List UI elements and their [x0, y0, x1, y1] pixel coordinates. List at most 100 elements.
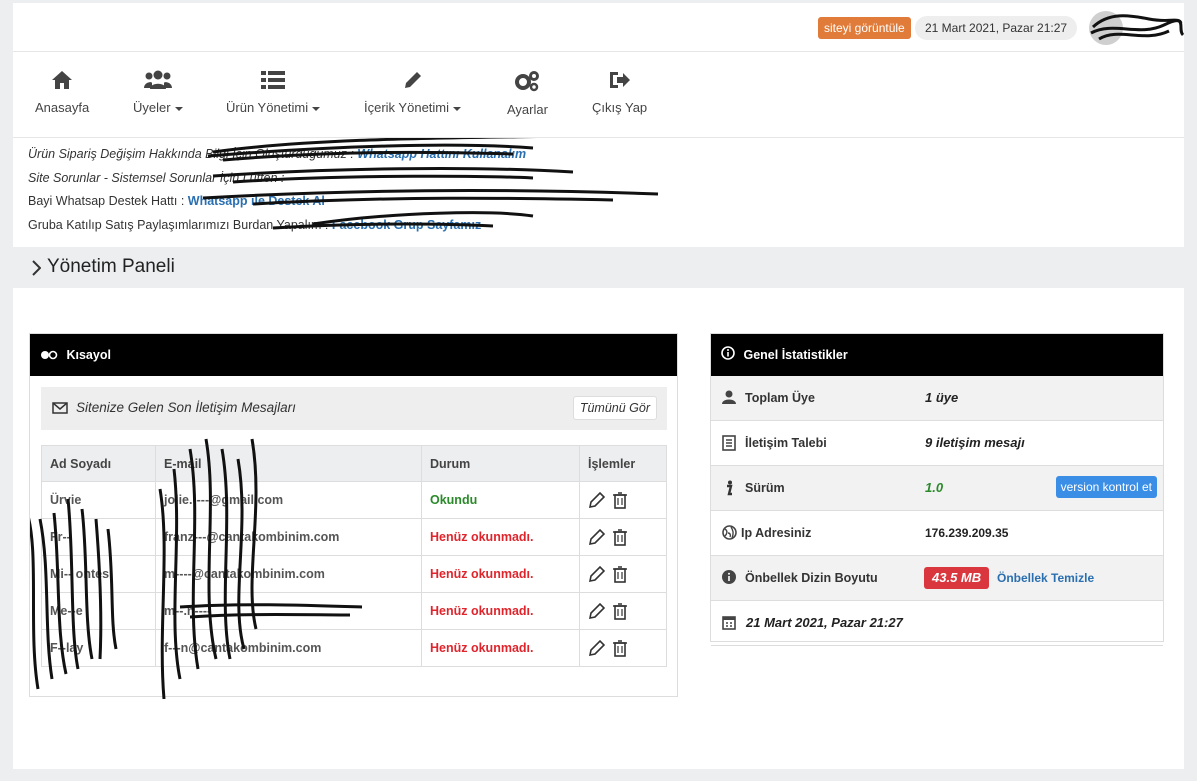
trash-icon[interactable] — [612, 602, 628, 620]
menu-item-content[interactable]: İçerik Yönetimi — [364, 70, 462, 115]
stat-value: 1.0 — [925, 480, 944, 495]
table-header-row: Ad Soyadı E-mail Durum İşlemler — [41, 445, 667, 482]
cell-status: Henüz okunmadı. — [421, 555, 580, 593]
stat-total-members: Toplam Üye 1 üye — [711, 376, 1163, 421]
column-header: İşlemler — [579, 445, 667, 482]
stat-label: İletişim Talebi — [745, 436, 827, 450]
table-row: Me--e m--.n---- Henüz okunmadı. — [41, 592, 667, 630]
notice-list: Ürün Sipariş Değişim Hakkında Bilgi İçin… — [13, 138, 1184, 245]
cache-size-badge: 43.5 MB — [924, 567, 990, 589]
globe-icon — [722, 525, 737, 540]
stat-value: 21 Mart 2021, Pazar 21:27 — [746, 615, 903, 630]
info-circle-icon — [721, 335, 735, 377]
column-header: E-mail — [155, 445, 422, 482]
chevron-right-icon — [32, 260, 41, 276]
home-icon — [52, 71, 73, 89]
info-icon — [727, 480, 733, 496]
menu-item-home[interactable]: Anasayfa — [35, 70, 89, 115]
cell-email: f---n@cantakombinim.com — [155, 629, 422, 667]
messages-header: Sitenize Gelen Son İletişim Mesajları Tü… — [41, 387, 667, 430]
top-bar: siteyi görüntüle 21 Mart 2021, Pazar 21:… — [13, 3, 1184, 52]
toggle-icon — [40, 335, 58, 377]
cell-name: Fr-- — [41, 518, 156, 556]
stat-label: Ip Adresiniz — [741, 526, 812, 540]
cell-status: Henüz okunmadı. — [421, 629, 580, 667]
stat-cache-size: Önbellek Dizin Boyutu 43.5 MB Önbellek T… — [711, 556, 1163, 601]
cell-name: Ürvie — [41, 481, 156, 519]
user-icon — [722, 390, 736, 404]
trash-icon[interactable] — [612, 528, 628, 546]
trash-icon[interactable] — [612, 565, 628, 583]
menu-item-label: Ayarlar — [507, 102, 548, 117]
edit-icon[interactable] — [588, 639, 606, 657]
edit-icon[interactable] — [588, 602, 606, 620]
trash-icon[interactable] — [612, 639, 628, 657]
gears-icon — [515, 71, 540, 92]
panel-title: Genel İstatistikler — [743, 348, 848, 362]
edit-icon[interactable] — [588, 565, 606, 583]
edit-icon[interactable] — [588, 528, 606, 546]
menu-item-label: Anasayfa — [35, 100, 90, 115]
menu-item-label: İçerik Yönetimi — [364, 100, 450, 115]
cell-email: m--.n---- — [155, 592, 422, 630]
stat-value: 9 iletişim mesajı — [925, 435, 1025, 450]
stat-ip-address: Ip Adresiniz 176.239.209.35 — [711, 511, 1163, 556]
table-row: F--lay f---n@cantakombinim.com Henüz oku… — [41, 629, 667, 667]
view-all-button[interactable]: Tümünü Gör — [572, 396, 657, 420]
shortcut-panel: Kısayol Sitenize Gelen Son İletişim Mesa… — [29, 333, 678, 699]
panel-title: Kısayol — [66, 348, 111, 362]
admin-page: siteyi görüntüle 21 Mart 2021, Pazar 21:… — [13, 3, 1184, 769]
stat-contact-requests: İletişim Talebi 9 iletişim mesajı — [711, 421, 1163, 466]
page-title: Yönetim Paneli — [47, 256, 175, 277]
table-row: Ürvie jolie.----@gmail.com Okundu — [41, 481, 667, 519]
chevron-down-icon — [312, 106, 321, 111]
table-row: Mi-- ontes m----@cantakombinim.com Henüz… — [41, 555, 667, 593]
cell-actions — [579, 629, 667, 667]
stat-value: 176.239.209.35 — [925, 526, 1009, 540]
breadcrumb: Yönetim Paneli — [13, 247, 1184, 288]
cell-actions — [579, 518, 667, 556]
menu-item-logout[interactable]: Çıkış Yap — [592, 70, 647, 115]
edit-icon[interactable] — [588, 491, 606, 509]
cell-name: Mi-- ontes — [41, 555, 156, 593]
panel-header: Kısayol — [30, 334, 677, 376]
redaction-scribble — [202, 138, 659, 230]
chevron-down-icon — [453, 106, 462, 111]
cell-status: Henüz okunmadı. — [421, 518, 580, 556]
users-icon — [143, 70, 172, 89]
cell-actions — [579, 481, 667, 519]
version-check-button[interactable]: version kontrol et — [1055, 476, 1157, 498]
trash-icon[interactable] — [612, 491, 628, 509]
menu-item-settings[interactable]: Ayarlar — [507, 70, 548, 117]
column-header: Durum — [421, 445, 580, 482]
cell-actions — [579, 592, 667, 630]
cell-name: Me--e — [41, 592, 156, 630]
chevron-down-icon — [174, 106, 183, 111]
main-menu: Anasayfa Üyeler Ürün Yönetimi İçerik Yön… — [13, 52, 1184, 138]
cell-email: franz---@cantakombinim.com — [155, 518, 422, 556]
menu-item-members[interactable]: Üyeler — [133, 70, 183, 115]
view-site-button[interactable]: siteyi görüntüle — [818, 17, 911, 39]
menu-item-label: Üyeler — [133, 100, 171, 115]
clear-cache-link[interactable]: Önbellek Temizle — [997, 571, 1094, 585]
datetime-pill: 21 Mart 2021, Pazar 21:27 — [915, 16, 1078, 40]
table-row: Fr-- franz---@cantakombinim.com Henüz ok… — [41, 518, 667, 556]
cell-status: Henüz okunmadı. — [421, 592, 580, 630]
messages-title: Sitenize Gelen Son İletişim Mesajları — [76, 400, 296, 415]
cell-email: m----@cantakombinim.com — [155, 555, 422, 593]
cell-status: Okundu — [421, 481, 580, 519]
envelope-icon — [52, 402, 68, 414]
stat-value: 1 üye — [925, 390, 959, 405]
menu-item-products[interactable]: Ürün Yönetimi — [226, 70, 321, 115]
column-header: Ad Soyadı — [41, 445, 156, 482]
list-icon — [261, 71, 286, 89]
sign-out-icon — [609, 72, 630, 88]
menu-item-label: Çıkış Yap — [592, 100, 648, 115]
menu-item-label: Ürün Yönetimi — [226, 100, 309, 115]
redaction-scribble — [1090, 14, 1184, 41]
stat-label: Önbellek Dizin Boyutu — [745, 571, 878, 585]
stat-version: Sürüm 1.0 version kontrol et — [711, 466, 1163, 511]
panel-header: Genel İstatistikler — [711, 334, 1163, 376]
calendar-icon — [722, 616, 736, 630]
stat-date: 21 Mart 2021, Pazar 21:27 — [711, 601, 1163, 646]
